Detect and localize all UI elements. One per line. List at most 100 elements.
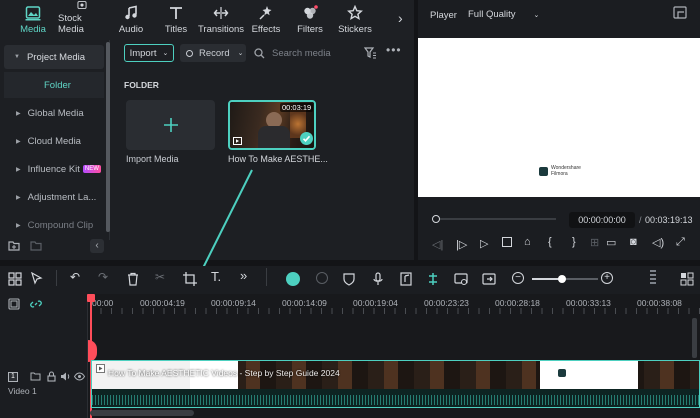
more-options-icon[interactable]: •••	[386, 43, 402, 57]
loop-icon[interactable]: ⌂	[524, 236, 531, 248]
stop-icon[interactable]	[502, 237, 512, 247]
tab-titles[interactable]: Titles	[162, 0, 190, 40]
timeline-settings-icon[interactable]	[680, 272, 694, 286]
snapshot-frame-icon[interactable]	[673, 6, 687, 19]
undo-icon[interactable]: ↶	[70, 270, 80, 284]
more-tools-icon[interactable]: »	[240, 268, 247, 283]
redo-icon[interactable]: ↷	[98, 270, 108, 284]
tab-transitions[interactable]: Transitions	[198, 0, 244, 40]
timeline-v-scrollbar[interactable]	[692, 318, 697, 358]
player-label: Player	[430, 10, 457, 21]
tab-stock-media-label: Stock Media	[58, 13, 84, 35]
export-frame-icon[interactable]	[482, 272, 496, 286]
shield-icon[interactable]	[342, 272, 356, 286]
current-time[interactable]: 00:00:00:00	[569, 212, 635, 228]
select-pointer-icon[interactable]	[30, 272, 44, 286]
cut-scissors-icon[interactable]: ✂	[155, 270, 165, 284]
more-tabs-chevron-icon[interactable]: ›	[398, 10, 403, 26]
sidebar-item-influence-kit[interactable]: ▶ Influence Kit NEW	[0, 156, 108, 182]
zoom-slider-handle[interactable]	[558, 275, 566, 283]
layout-grid-icon[interactable]	[8, 272, 22, 286]
fullscreen-icon[interactable]: ⤢	[676, 236, 685, 249]
import-media-label: Import Media	[126, 154, 179, 164]
eye-icon[interactable]	[74, 371, 85, 382]
zoom-in-icon[interactable]: +	[601, 272, 613, 284]
link-icon[interactable]	[30, 298, 42, 310]
tab-media[interactable]: Media	[16, 0, 50, 40]
track-folder-icon[interactable]	[30, 371, 41, 382]
volume-icon[interactable]: ◁)	[652, 236, 664, 249]
mark-out-icon[interactable]: }	[572, 236, 576, 248]
record-button[interactable]: Record ⌄	[180, 44, 246, 62]
sidebar-scrollbar[interactable]	[106, 42, 110, 232]
playhead-knob[interactable]	[432, 215, 440, 223]
tab-filters-label: Filters	[297, 24, 323, 35]
tab-filters[interactable]: Filters	[295, 0, 325, 40]
insert-icon[interactable]: ⊞	[590, 236, 599, 249]
step-play-icon[interactable]: |▷	[456, 238, 467, 251]
timeline-video-clip[interactable]: How To Make AESTHETIC Videos - Step by S…	[91, 360, 700, 408]
microphone-icon[interactable]	[371, 272, 385, 286]
record-icon	[186, 49, 193, 57]
drag-handle-icon[interactable]	[650, 270, 656, 286]
sidebar-item-label: Global Media	[27, 107, 84, 119]
timeline-h-scrollbar[interactable]	[90, 410, 194, 416]
ruler-label: 00:00	[92, 298, 114, 308]
speaker-icon[interactable]	[60, 371, 71, 382]
sidebar-item-folder[interactable]: Folder	[4, 72, 104, 98]
playhead-handle[interactable]	[87, 294, 95, 302]
track-number-badge: 1	[8, 372, 18, 382]
effects-icon	[259, 6, 272, 20]
sidebar-item-project-media[interactable]: ▼ Project Media	[4, 45, 104, 69]
quality-select[interactable]: Full Quality ⌄	[468, 9, 539, 20]
ai-tool-icon[interactable]	[286, 272, 300, 286]
track-name: Video 1	[8, 386, 37, 396]
media-icon	[25, 6, 41, 21]
tab-stickers[interactable]: Stickers	[338, 0, 372, 40]
quality-value: Full Quality	[468, 9, 516, 20]
sidebar-item-cloud-media[interactable]: ▶ Cloud Media	[0, 128, 108, 154]
tab-effects-label: Effects	[251, 24, 281, 35]
tab-stock-media[interactable]: Stock Media	[58, 0, 106, 40]
sidebar-item-global-media[interactable]: ▶ Global Media	[0, 100, 108, 126]
camera-icon[interactable]: ◙	[630, 236, 637, 248]
prev-frame-icon[interactable]: ◁|	[432, 238, 443, 251]
tab-audio[interactable]: Audio	[116, 0, 146, 40]
track-header-column	[0, 294, 88, 418]
chevron-down-icon: ⌄	[533, 12, 540, 19]
collapse-sidebar-button[interactable]: ‹	[90, 239, 104, 253]
crop-icon[interactable]	[183, 272, 197, 286]
zoom-out-icon[interactable]: −	[512, 272, 524, 284]
lock-icon[interactable]	[46, 371, 57, 382]
sidebar-item-compound-clip[interactable]: ▶ Compound Clip	[0, 212, 108, 238]
sidebar-item-adjustment-layer[interactable]: ▶ Adjustment La...	[0, 184, 108, 210]
total-time: 00:03:19:13	[645, 215, 693, 225]
monitor-icon[interactable]	[454, 272, 468, 286]
folder-heading: FOLDER	[124, 80, 159, 90]
filmora-logo-icon	[539, 167, 548, 176]
import-media-card[interactable]	[126, 100, 215, 150]
music-note-icon	[125, 5, 137, 20]
tab-effects[interactable]: Effects	[251, 0, 281, 40]
filter-sort-icon[interactable]	[364, 47, 377, 59]
search-placeholder: Search media	[272, 47, 331, 59]
progress-track[interactable]	[440, 218, 556, 220]
mark-in-icon[interactable]: {	[548, 236, 552, 248]
audio-note-icon[interactable]	[399, 272, 413, 286]
delete-icon[interactable]	[126, 272, 140, 286]
watermark-line-2: Filmora	[551, 170, 568, 177]
expand-right-icon: ▶	[16, 110, 21, 117]
time-separator: /	[639, 215, 642, 225]
new-folder-icon[interactable]	[8, 240, 20, 251]
import-button[interactable]: Import ⌄	[124, 44, 174, 62]
media-clip-thumbnail[interactable]: 00:03:19	[228, 100, 316, 150]
play-icon[interactable]: ▷	[480, 237, 488, 250]
add-track-icon[interactable]	[8, 298, 20, 310]
folder-icon[interactable]	[30, 240, 42, 251]
display-icon[interactable]: ▭	[606, 236, 616, 249]
search-media-input[interactable]: Search media	[254, 44, 354, 62]
snap-icon[interactable]	[426, 272, 440, 286]
text-icon[interactable]: T.	[211, 269, 221, 284]
play-circle-icon[interactable]	[316, 272, 328, 284]
ruler-label: 00:00:38:08	[637, 298, 682, 308]
